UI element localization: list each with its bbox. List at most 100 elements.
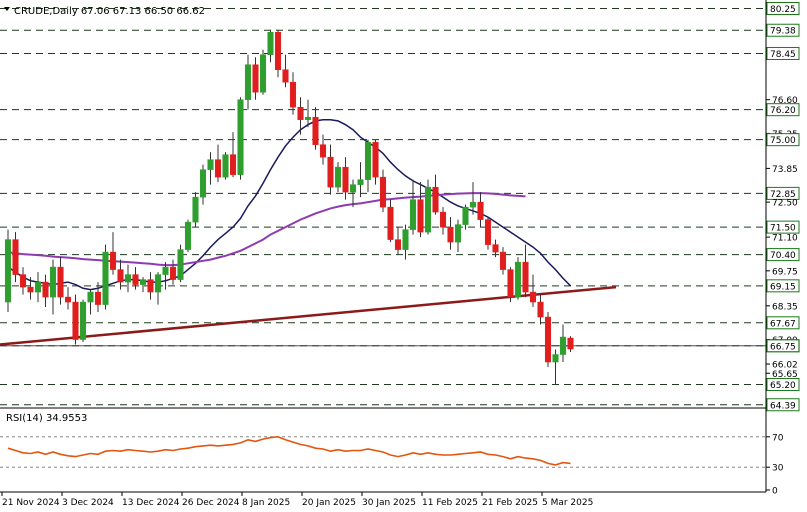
candle-down	[529, 291, 537, 303]
candle-down	[544, 316, 552, 363]
candle-down	[447, 226, 454, 243]
candle-down	[229, 154, 237, 175]
candle-up	[184, 221, 192, 250]
candle-up	[177, 249, 184, 280]
chart: 80.2579.3878.4576.6076.2075.2575.0073.85…	[0, 0, 807, 512]
price-tick-label: 78.45	[770, 50, 796, 60]
candle-down	[57, 266, 64, 298]
candle-up	[199, 169, 207, 198]
candle-up	[259, 54, 267, 93]
time-tick-label: 11 Feb 2025	[422, 498, 478, 508]
candle-down	[507, 269, 514, 298]
candle-down	[42, 281, 49, 298]
candle-up	[424, 186, 432, 233]
candle-down	[522, 261, 529, 293]
candle-up	[357, 179, 364, 185]
candle-down	[499, 251, 507, 270]
candle-down	[72, 301, 79, 340]
candle-down	[492, 244, 499, 253]
candle-down	[387, 206, 394, 240]
candle-up	[124, 274, 132, 283]
candle-up	[237, 99, 244, 175]
candle-up	[267, 31, 274, 55]
candle-up	[244, 64, 252, 100]
candle-up	[514, 261, 522, 298]
candle-down	[537, 301, 544, 318]
candle-down	[432, 186, 439, 213]
rsi-header: RSI(14) 34.9553	[6, 413, 87, 424]
candle-down	[342, 166, 349, 193]
candle-down	[27, 286, 34, 293]
price-tick-label: 75.00	[770, 136, 796, 146]
candle-down	[289, 81, 297, 108]
candle-down	[372, 141, 379, 178]
candle-up	[192, 196, 199, 223]
time-tick-label: 26 Dec 2024	[182, 498, 240, 508]
candle-up	[102, 251, 109, 305]
candle-up	[364, 141, 372, 180]
time-tick-label: 20 Jan 2025	[302, 498, 356, 508]
candle-down	[417, 199, 424, 233]
price-tick-label: 67.67	[770, 319, 796, 329]
time-tick-label: 21 Feb 2025	[482, 498, 538, 508]
time-tick-label: 30 Jan 2025	[362, 498, 416, 508]
rsi-tick-label: 30	[772, 464, 784, 474]
rsi-tick-label: 0	[772, 487, 778, 497]
candle-down	[64, 296, 72, 303]
candle-up	[462, 206, 469, 225]
candle-up	[222, 154, 229, 178]
candle-down	[147, 279, 154, 293]
price-tick-label: 72.50	[772, 199, 798, 209]
price-tick-label: 69.75	[772, 267, 798, 277]
candle-down	[394, 239, 402, 250]
candle-down	[297, 106, 304, 120]
time-tick-label: 3 Dec 2024	[62, 498, 114, 508]
price-tick-label: 68.35	[772, 302, 798, 312]
candle-up	[207, 159, 214, 170]
candle-up	[34, 281, 42, 293]
candle-down	[12, 239, 19, 275]
candle-up	[139, 279, 147, 285]
price-tick-label: 80.25	[770, 5, 796, 15]
chart-header: CRUDE,Daily 67.06 67.13 66.50 66.62	[14, 6, 205, 17]
candle-up	[402, 229, 409, 250]
chart-background	[0, 0, 807, 512]
candle-down	[117, 269, 124, 283]
candle-up	[349, 184, 357, 193]
price-tick-label: 79.38	[770, 27, 796, 37]
candle-up	[87, 291, 94, 303]
candle-up	[79, 301, 87, 340]
candle-down	[94, 291, 102, 305]
candle-up	[559, 336, 567, 355]
candle-up	[552, 354, 559, 363]
candle-up	[162, 266, 169, 275]
candle-down	[567, 337, 574, 350]
candle-down	[319, 144, 327, 158]
price-tick-label: 71.50	[770, 224, 796, 234]
candle-down	[477, 201, 484, 220]
time-tick-label: 8 Jan 2025	[242, 498, 290, 508]
time-tick-label: 5 Mar 2025	[542, 498, 593, 508]
candle-down	[379, 176, 387, 208]
candle-down	[252, 64, 259, 93]
price-tick-label: 70.40	[770, 251, 796, 261]
candle-down	[132, 274, 139, 285]
candle-up	[154, 274, 162, 293]
time-tick-label: 13 Dec 2024	[122, 498, 180, 508]
time-tick-label: 21 Nov 2024	[2, 498, 60, 508]
candle-down	[214, 159, 222, 178]
price-tick-label: 71.10	[772, 234, 798, 244]
candle-up	[49, 266, 57, 298]
price-tick-label: 65.20	[770, 381, 796, 391]
candle-up	[334, 166, 342, 188]
candle-up	[304, 116, 312, 120]
candle-down	[282, 69, 289, 83]
candle-down	[484, 219, 492, 245]
candle-down	[327, 156, 334, 188]
price-tick-label: 66.75	[770, 342, 796, 352]
candle-down	[274, 31, 282, 70]
candle-down	[439, 211, 447, 228]
price-tick-label: 73.85	[772, 165, 798, 175]
candle-down	[109, 251, 117, 270]
price-tick-label: 69.15	[770, 282, 796, 292]
